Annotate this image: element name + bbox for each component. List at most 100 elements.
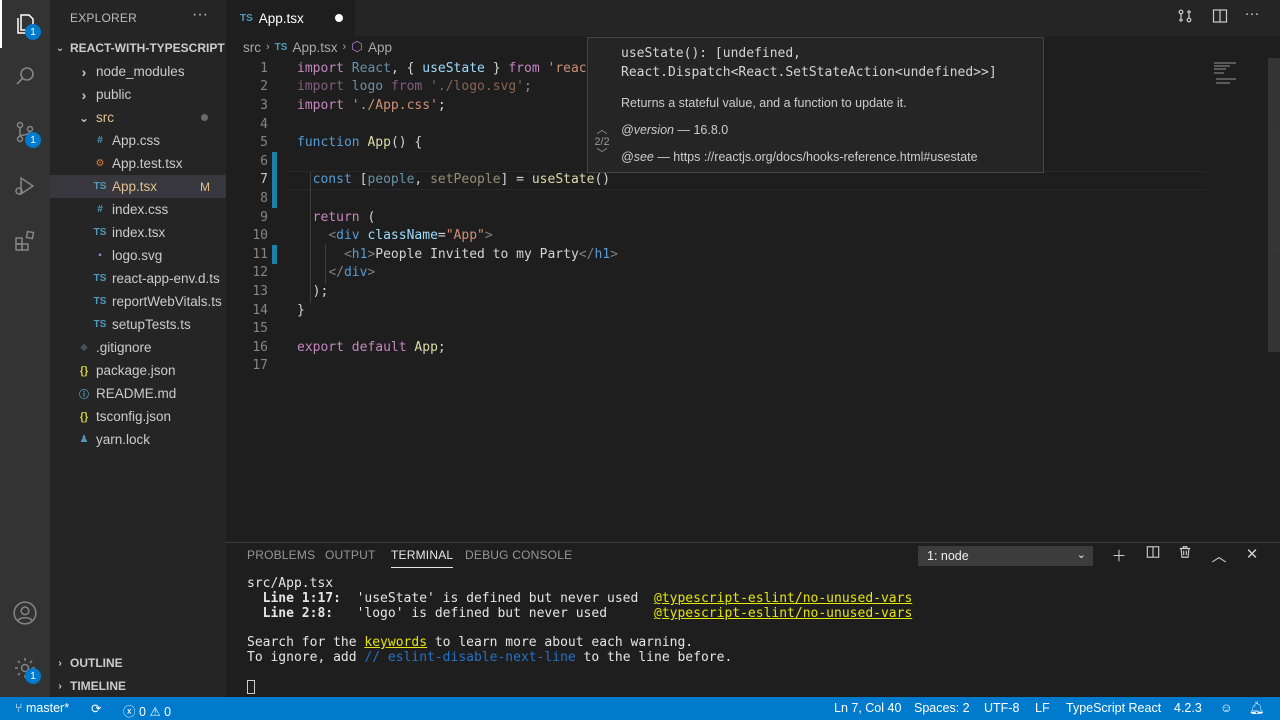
minimap[interactable]	[1206, 58, 1280, 542]
feedback-icon[interactable]: ☺	[1220, 701, 1233, 715]
chevron-up-icon[interactable]: ︿	[588, 124, 616, 136]
sync-icon[interactable]: ⟳	[91, 701, 101, 716]
chevron-down-icon[interactable]: ﹀	[588, 148, 616, 160]
tree-item[interactable]: # index.css	[50, 198, 226, 221]
tree-item[interactable]: › node_modules	[50, 60, 226, 83]
explorer-icon[interactable]: 1	[0, 0, 50, 48]
hover-tooltip: ︿ 2/2 ﹀ useState(): [undefined, React.Dis…	[587, 37, 1044, 173]
tree-item[interactable]: ◆ .gitignore	[50, 336, 226, 359]
breadcrumb-folder[interactable]: src	[243, 40, 261, 55]
tree-item[interactable]: TS index.tsx	[50, 221, 226, 244]
split-terminal-icon[interactable]	[1144, 545, 1162, 563]
tab-problems[interactable]: PROBLEMS	[247, 548, 315, 567]
tree-item[interactable]: ▪ logo.svg	[50, 244, 226, 267]
tree-item[interactable]: ♟ yarn.lock	[50, 428, 226, 451]
code-line: 14}	[252, 302, 305, 318]
tab-app-tsx[interactable]: TS App.tsx	[226, 0, 355, 36]
terminal-select[interactable]: 1: node ⌄	[918, 546, 1093, 566]
git-file-icon: ◆	[80, 342, 88, 353]
split-editor-icon[interactable]	[1210, 8, 1230, 28]
code-line: 11 <h1>People Invited to my Party</h1>	[252, 245, 618, 264]
new-terminal-icon[interactable]: ＋	[1110, 545, 1128, 566]
project-name: REACT-WITH-TYPESCRIPT	[70, 41, 225, 55]
tab-terminal[interactable]: TERMINAL	[391, 548, 454, 568]
notifications-bell-icon[interactable]: 🔔︎	[1249, 701, 1265, 716]
explorer-sidebar: EXPLORER ··· ⌄ REACT-WITH-TYPESCRIPT › no…	[50, 0, 226, 697]
tree-item-label: index.tsx	[112, 225, 166, 240]
typescript-file-icon: TS	[93, 273, 107, 284]
tree-item[interactable]: › public	[50, 83, 226, 106]
json-file-icon: {}	[79, 364, 89, 377]
tree-item[interactable]: {} package.json	[50, 359, 226, 382]
tree-item[interactable]: TS react-app-env.d.ts	[50, 267, 226, 290]
search-icon[interactable]	[0, 52, 50, 100]
tree-item-label: App.tsx	[112, 179, 158, 194]
css-file-icon: #	[97, 135, 103, 146]
activity-bar: 1 1 1	[0, 0, 50, 697]
tree-item[interactable]: TS setupTests.ts	[50, 313, 226, 336]
scrollbar-thumb[interactable]	[1268, 58, 1280, 352]
problems-status[interactable]: ⓧ 0 ⚠ 0	[123, 701, 171, 720]
code-line: 13 );	[252, 283, 329, 299]
code-line: 8	[226, 189, 1206, 208]
indentation[interactable]: Spaces: 2	[914, 701, 970, 715]
end-of-line[interactable]: LF	[1035, 701, 1050, 715]
tree-item[interactable]: ⌄ src	[50, 106, 226, 129]
open-changes-icon[interactable]	[1175, 8, 1195, 28]
more-actions-icon[interactable]: ···	[192, 6, 208, 24]
tree-item[interactable]: ⓘ README.md	[50, 382, 226, 405]
timeline-label: TIMELINE	[70, 679, 126, 693]
tree-item[interactable]: TS reportWebVitals.ts	[50, 290, 226, 313]
extensions-icon[interactable]	[0, 217, 50, 265]
hover-version: @version — 16.8.0	[621, 123, 729, 137]
outline-section-header[interactable]: › OUTLINE	[50, 652, 226, 674]
language-mode[interactable]: TypeScript React	[1066, 701, 1161, 715]
account-icon[interactable]	[0, 589, 50, 637]
chevron-down-icon: ⌄	[55, 42, 65, 54]
manage-gear-icon[interactable]: 1	[0, 644, 50, 692]
tree-item[interactable]: ⚙ App.test.tsx	[50, 152, 226, 175]
breadcrumb-symbol[interactable]: App	[368, 40, 392, 55]
project-section-header[interactable]: ⌄ REACT-WITH-TYPESCRIPT	[50, 37, 226, 59]
tree-item-label: node_modules	[96, 64, 185, 79]
branch-status[interactable]: ⑂ master*	[15, 701, 69, 715]
terminal-cursor	[247, 680, 255, 694]
timeline-section-header[interactable]: › TIMELINE	[50, 675, 226, 697]
breadcrumb-file[interactable]: App.tsx	[292, 40, 337, 55]
unsaved-dot-icon[interactable]	[335, 14, 343, 22]
source-control-icon[interactable]: 1	[0, 108, 50, 156]
cursor-position[interactable]: Ln 7, Col 40	[834, 701, 901, 715]
css-file-icon: #	[97, 204, 103, 215]
signature-navigator[interactable]: ︿ 2/2 ﹀	[588, 124, 616, 160]
tree-item-label: yarn.lock	[96, 432, 151, 447]
typescript-version[interactable]: 4.2.3	[1174, 701, 1202, 715]
tree-item[interactable]: {} tsconfig.json	[50, 405, 226, 428]
typescript-file-icon: TS	[240, 12, 253, 24]
code-line: 15	[252, 321, 268, 337]
encoding[interactable]: UTF-8	[984, 701, 1019, 715]
tree-item[interactable]: # App.css	[50, 129, 226, 152]
git-branch-icon: ⑂	[15, 701, 23, 715]
explorer-title: EXPLORER	[70, 11, 137, 25]
typescript-file-icon: TS	[93, 319, 107, 330]
json-file-icon: {}	[79, 410, 89, 423]
tree-item-label: index.css	[112, 202, 169, 217]
typescript-file-icon: TS	[93, 296, 107, 307]
tree-item[interactable]: TS App.tsx M	[50, 175, 226, 198]
settings-badge: 1	[25, 668, 41, 684]
kill-terminal-trash-icon[interactable]	[1176, 545, 1194, 563]
tree-item-label: logo.svg	[112, 248, 163, 263]
editor-more-icon[interactable]: ···	[1242, 5, 1262, 22]
code-line: 12 </div>	[252, 265, 376, 281]
run-debug-icon[interactable]	[0, 162, 50, 210]
tree-item-label: public	[96, 87, 132, 102]
symbol-cube-icon: ⬡	[351, 39, 363, 54]
hover-see-link[interactable]: @see — https ://reactjs.org/docs/hooks-r…	[621, 150, 978, 164]
tab-output[interactable]: OUTPUT	[325, 548, 376, 567]
tab-debug-console[interactable]: DEBUG CONSOLE	[465, 548, 572, 567]
terminal-line: src/App.tsx	[247, 576, 334, 591]
close-panel-icon[interactable]: ✕	[1243, 545, 1261, 563]
tree-item-label: setupTests.ts	[112, 317, 191, 332]
terminal-line: Search for the keywords to learn more ab…	[247, 635, 694, 650]
maximize-panel-chevron-up-icon[interactable]: ︿	[1210, 545, 1228, 566]
